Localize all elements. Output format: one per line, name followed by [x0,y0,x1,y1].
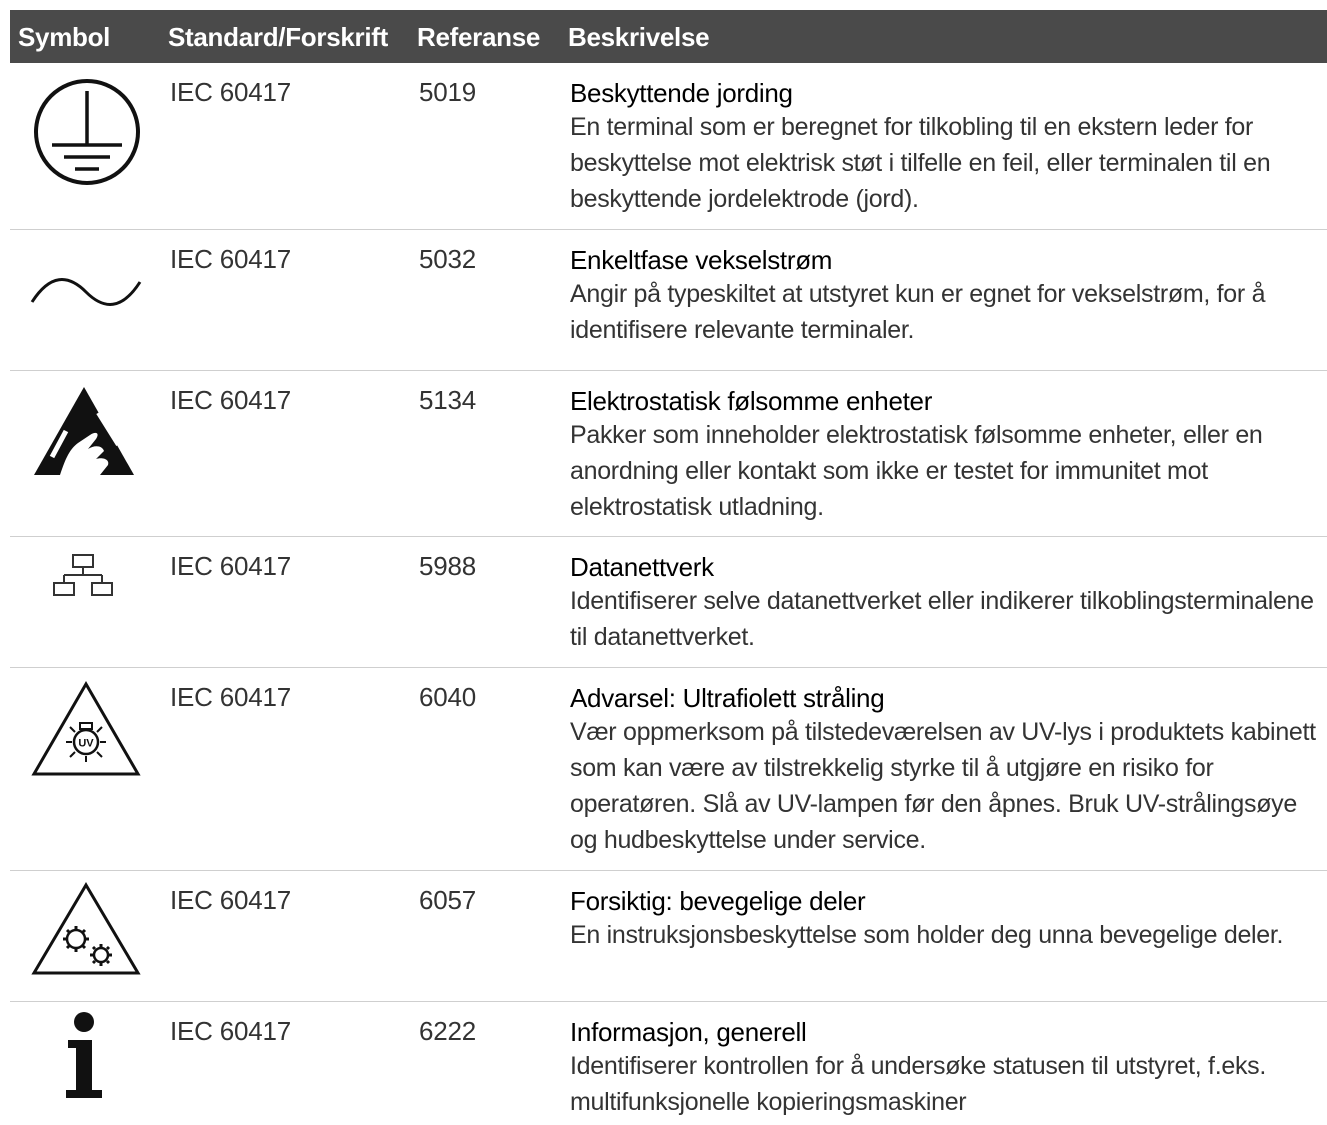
header-description: Beskrivelse [568,22,710,52]
reference-cell: 5019 [419,77,477,107]
table-row: IEC 60417 5988 Datanettverk Identifisere… [10,537,1327,668]
symbol-description: Vær oppmerksom på tilstedeværelsen av UV… [570,718,1316,854]
reference-cell: 5134 [419,385,477,415]
symbol-description: En terminal som er beregnet for tilkobli… [570,113,1271,213]
electrostatic-sensitive-icon [30,383,138,479]
symbol-description: Angir på typeskiltet at utstyret kun er … [570,280,1266,344]
uv-label: UV [78,738,94,750]
alternating-current-icon [30,272,142,312]
table-row: UV IEC 60417 6040 Advarsel: Ultrafiolett… [10,668,1327,871]
symbol-title: Forsiktig: bevegelige deler [570,886,866,916]
standard-cell: IEC 60417 [170,385,292,415]
description-cell: Forsiktig: bevegelige deler En instruksj… [570,885,1322,953]
symbol-description: Pakker som inneholder elektrostatisk føl… [570,421,1263,521]
reference-cell: 6222 [419,1016,477,1046]
table-row: IEC 60417 6057 Forsiktig: bevegelige del… [10,871,1327,1002]
symbol-table: Symbol Standard/Forskrift Referanse Besk… [10,10,1327,1125]
table-row: IEC 60417 5032 Enkeltfase vekselstrøm An… [10,230,1327,371]
symbol-title: Advarsel: Ultrafiolett stråling [570,683,885,713]
table-row: IEC 60417 6222 Informasjon, generell Ide… [10,1002,1327,1125]
information-icon [64,1012,104,1100]
protective-earth-icon [32,77,142,187]
reference-cell: 5032 [419,244,477,274]
symbol-description: En instruksjonsbeskyttelse som holder de… [570,921,1284,949]
reference-cell: 6040 [419,682,477,712]
symbol-description: Identifiserer kontrollen for å undersøke… [570,1052,1266,1116]
description-cell: Datanettverk Identifiserer selve datanet… [570,551,1322,655]
description-cell: Informasjon, generell Identifiserer kont… [570,1016,1322,1120]
header-symbol: Symbol [18,22,111,52]
standard-cell: IEC 60417 [170,885,292,915]
description-cell: Enkeltfase vekselstrøm Angir på typeskil… [570,244,1322,348]
symbol-title: Datanettverk [570,552,714,582]
standard-cell: IEC 60417 [170,551,292,581]
standard-cell: IEC 60417 [170,244,292,274]
symbol-title: Enkeltfase vekselstrøm [570,245,833,275]
standard-cell: IEC 60417 [170,1016,292,1046]
description-cell: Elektrostatisk følsomme enheter Pakker s… [570,385,1322,525]
data-network-icon [52,553,114,601]
table-row: IEC 60417 5134 Elektrostatisk følsomme e… [10,371,1327,537]
standard-cell: IEC 60417 [170,682,292,712]
moving-parts-warning-icon [30,881,142,979]
reference-cell: 5988 [419,551,477,581]
table-header: Symbol Standard/Forskrift Referanse Besk… [10,10,1327,63]
symbol-title: Beskyttende jording [570,78,793,108]
description-cell: Beskyttende jording En terminal som er b… [570,77,1322,217]
uv-radiation-warning-icon: UV [30,680,142,780]
header-standard: Standard/Forskrift [168,22,388,52]
description-cell: Advarsel: Ultrafiolett stråling Vær oppm… [570,682,1322,858]
symbol-title: Elektrostatisk følsomme enheter [570,386,933,416]
standard-cell: IEC 60417 [170,77,292,107]
symbol-description: Identifiserer selve datanettverket eller… [570,587,1314,651]
table-row: IEC 60417 5019 Beskyttende jording En te… [10,63,1327,230]
symbol-title: Informasjon, generell [570,1017,807,1047]
reference-cell: 6057 [419,885,477,915]
header-reference: Referanse [417,22,541,52]
